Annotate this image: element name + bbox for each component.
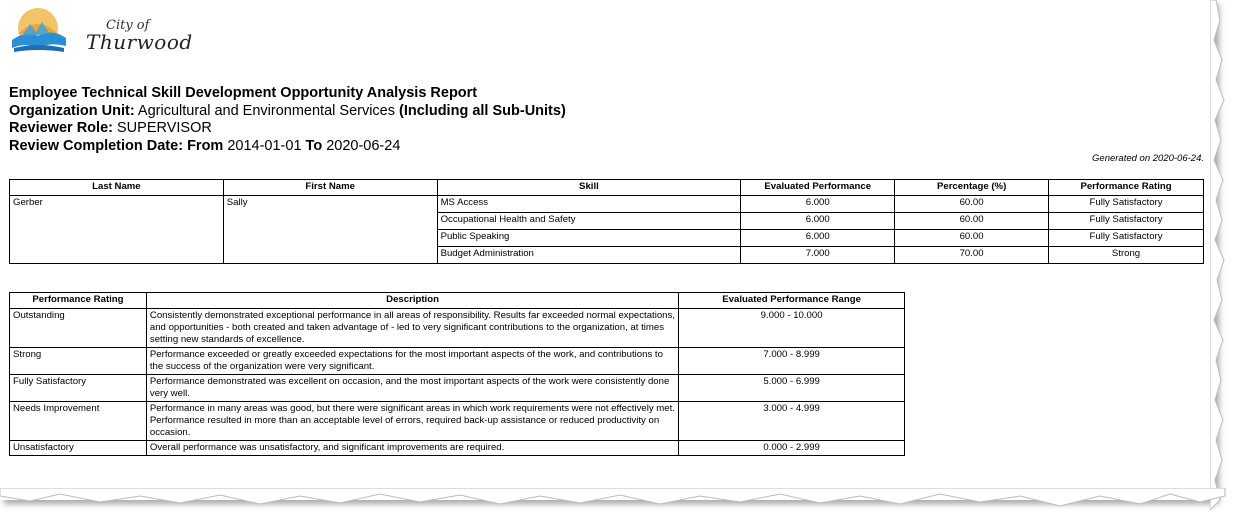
rating-name-cell: Needs Improvement (9, 401, 147, 441)
rating-cell: Fully Satisfactory (1048, 229, 1204, 247)
rating-name-cell: Outstanding (9, 308, 147, 348)
column-header: Skill (436, 179, 742, 196)
range-cell: 0.000 - 2.999 (678, 440, 905, 456)
description-cell: Performance demonstrated was excellent o… (145, 374, 680, 402)
description-cell: Performance exceeded or greatly exceeded… (145, 347, 680, 375)
from-label: From (187, 137, 224, 154)
reviewer-role-value: SUPERVISOR (117, 120, 212, 136)
logo-city-name: Thurwood (86, 30, 193, 54)
description-cell: Overall performance was unsatisfactory, … (145, 440, 680, 456)
skill-cell: Occupational Health and Safety (436, 212, 742, 230)
range-cell: 5.000 - 6.999 (678, 374, 905, 402)
evaluated-cell: 6.000 (740, 229, 896, 247)
column-header: Evaluated Performance (740, 179, 896, 196)
generated-date: Generated on 2020-06-24. (1092, 153, 1204, 164)
org-unit-label: Organization Unit: (9, 102, 135, 119)
rating-cell: Fully Satisfactory (1048, 195, 1204, 213)
table-row: Outstanding Consistently demonstrated ex… (9, 308, 905, 348)
to-date: 2020-06-24 (326, 137, 401, 154)
column-header: Percentage (%) (894, 179, 1050, 196)
percentage-cell: 60.00 (894, 212, 1050, 230)
rating-legend-table: Performance Rating Description Evaluated… (9, 292, 905, 456)
report-title: Employee Technical Skill Development Opp… (9, 85, 478, 101)
org-unit-suffix: (Including all Sub-Units) (399, 102, 566, 119)
percentage-cell: 60.00 (894, 229, 1050, 247)
city-logo: City of Thurwood (8, 6, 192, 58)
range-cell: 3.000 - 4.999 (678, 401, 905, 441)
column-header: Performance Rating (1048, 179, 1204, 196)
column-header: Last Name (9, 179, 224, 196)
table-row: Unsatisfactory Overall performance was u… (9, 440, 905, 456)
column-header: First Name (222, 179, 438, 196)
table-row: Strong Performance exceeded or greatly e… (9, 347, 905, 375)
last-name-cell: Gerber (9, 195, 224, 264)
review-date-label: Review Completion Date: (9, 137, 184, 154)
evaluated-cell: 7.000 (740, 246, 896, 264)
torn-edge-bottom (0, 488, 1226, 507)
table-row: Needs Improvement Performance in many ar… (9, 401, 905, 441)
first-name-cell: Sally (222, 195, 438, 264)
table-row: Gerber Sally MS Access 6.000 60.00 Fully… (9, 195, 1204, 264)
from-date: 2014-01-01 (227, 137, 302, 154)
skills-table-header: Last Name First Name Skill Evaluated Per… (9, 179, 1204, 196)
table-row: Fully Satisfactory Performance demonstra… (9, 374, 905, 402)
percentage-cell: 60.00 (894, 195, 1050, 213)
rating-table-header: Performance Rating Description Evaluated… (9, 292, 905, 309)
city-emblem-icon (12, 8, 66, 52)
column-header: Description (145, 292, 680, 309)
skill-cell: Budget Administration (436, 246, 742, 264)
evaluated-cell: 6.000 (740, 212, 896, 230)
skills-table: Last Name First Name Skill Evaluated Per… (9, 179, 1204, 264)
rating-cell: Strong (1048, 246, 1204, 264)
range-cell: 9.000 - 10.000 (678, 308, 905, 348)
description-cell: Consistently demonstrated exceptional pe… (145, 308, 680, 348)
rating-name-cell: Fully Satisfactory (9, 374, 147, 402)
skill-cell: MS Access (436, 195, 742, 213)
rating-cell: Fully Satisfactory (1048, 212, 1204, 230)
column-header: Evaluated Performance Range (678, 292, 905, 309)
rating-name-cell: Unsatisfactory (9, 440, 147, 456)
torn-edge-right (1210, 0, 1225, 510)
reviewer-role-label: Reviewer Role: (9, 120, 113, 136)
org-unit-value: Agricultural and Environmental Services (137, 102, 395, 119)
description-cell: Performance in many areas was good, but … (145, 401, 680, 441)
range-cell: 7.000 - 8.999 (678, 347, 905, 375)
report-header: Employee Technical Skill Development Opp… (9, 85, 566, 155)
evaluated-cell: 6.000 (740, 195, 896, 213)
rating-name-cell: Strong (9, 347, 147, 375)
column-header: Performance Rating (9, 292, 147, 309)
skill-cell: Public Speaking (436, 229, 742, 247)
report-page: City of Thurwood Employee Technical Skil… (0, 0, 1215, 500)
percentage-cell: 70.00 (894, 246, 1050, 264)
to-label: To (305, 137, 323, 154)
